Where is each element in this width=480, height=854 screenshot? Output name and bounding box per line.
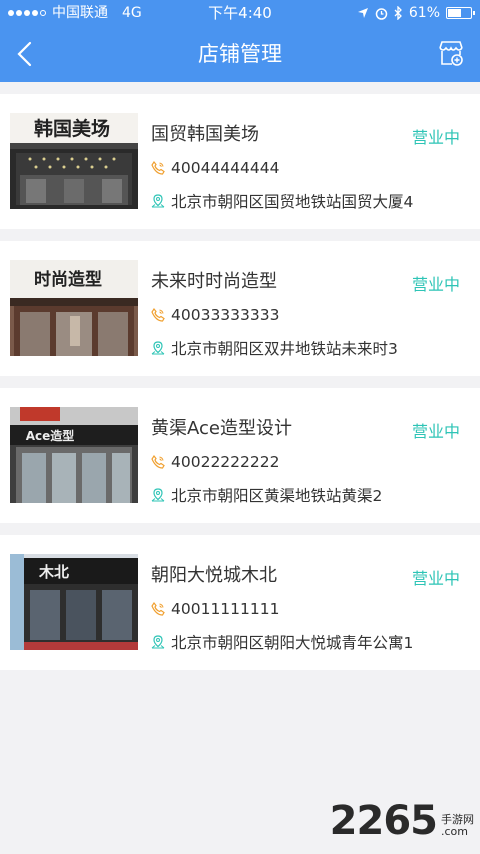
store-name: 朝阳大悦城木北	[151, 565, 277, 586]
store-phone: 40011111111	[171, 600, 280, 618]
header: 中国联通 4G 下午4:40 61% 店铺管理	[0, 0, 480, 82]
thumb-sign-text: 韩国美场	[34, 117, 110, 140]
store-name: 国贸韩国美场	[151, 124, 259, 145]
watermark-logo: 2265 手游网 .com	[330, 798, 474, 844]
store-card[interactable]: 时尚造型 未来时时尚造型 营业中 40033333333 北京市朝阳区双井地铁站…	[0, 241, 480, 376]
store-address: 北京市朝阳区国贸地铁站国贸大厦4	[171, 193, 414, 211]
thumb-sign-text: 木北	[38, 563, 69, 581]
store-address: 北京市朝阳区朝阳大悦城青年公寓1	[171, 634, 414, 652]
location-pin-icon	[151, 635, 165, 649]
store-phone-row[interactable]: 40033333333	[151, 306, 279, 324]
store-address-row: 北京市朝阳区朝阳大悦城青年公寓1	[151, 631, 413, 653]
store-thumbnail: 时尚造型	[10, 260, 138, 356]
store-address-row: 北京市朝阳区黄渠地铁站黄渠2	[151, 484, 382, 506]
store-card[interactable]: 木北 朝阳大悦城木北 营业中 40011111111 北京市朝阳区朝阳大悦城青年…	[0, 535, 480, 670]
phone-icon	[151, 602, 165, 616]
store-name: 未来时时尚造型	[151, 271, 277, 292]
store-phone-row[interactable]: 40011111111	[151, 600, 279, 618]
battery-icon	[446, 7, 475, 19]
page-title: 店铺管理	[198, 42, 282, 66]
bluetooth-icon	[394, 6, 402, 20]
store-thumbnail: Ace造型	[10, 407, 138, 503]
store-phone: 40044444444	[171, 159, 280, 177]
store-address-row: 北京市朝阳区国贸地铁站国贸大厦4	[151, 190, 413, 212]
thumb-sign-text: 时尚造型	[34, 269, 102, 290]
location-pin-icon	[151, 488, 165, 502]
store-status-badge: 营业中	[411, 275, 460, 294]
store-phone-row[interactable]: 40044444444	[151, 159, 279, 177]
store-add-icon[interactable]	[436, 38, 466, 68]
thumb-sign-text: Ace造型	[26, 428, 75, 443]
store-name: 黄渠Ace造型设计	[151, 418, 292, 439]
store-phone-row[interactable]: 40022222222	[151, 453, 279, 471]
status-bar: 中国联通 4G 下午4:40 61%	[0, 0, 480, 26]
store-status-badge: 营业中	[411, 569, 460, 588]
phone-icon	[151, 308, 165, 322]
battery-label: 61%	[408, 5, 440, 21]
watermark-domain: .com	[441, 824, 468, 838]
location-pin-icon	[151, 341, 165, 355]
store-card[interactable]: Ace造型 黄渠Ace造型设计 营业中 40022222222 北京市朝阳区黄渠…	[0, 388, 480, 523]
store-phone: 40033333333	[171, 306, 280, 324]
store-thumbnail: 木北	[10, 554, 138, 650]
store-phone: 40022222222	[171, 453, 280, 471]
store-status-badge: 营业中	[411, 422, 460, 441]
store-status-badge: 营业中	[411, 128, 460, 147]
location-pin-icon	[151, 194, 165, 208]
location-arrow-icon	[357, 8, 368, 18]
store-card[interactable]: 韩国美场 国贸韩国美场 营业中 40044444444 北京市朝阳区国贸地铁站国…	[0, 94, 480, 229]
phone-icon	[151, 161, 165, 175]
store-thumbnail: 韩国美场	[10, 113, 138, 209]
watermark-number: 2265	[329, 798, 438, 844]
store-address: 北京市朝阳区双井地铁站未来时3	[171, 340, 398, 358]
store-address-row: 北京市朝阳区双井地铁站未来时3	[151, 337, 398, 359]
phone-icon	[151, 455, 165, 469]
store-address: 北京市朝阳区黄渠地铁站黄渠2	[171, 487, 383, 505]
alarm-icon	[375, 7, 388, 20]
